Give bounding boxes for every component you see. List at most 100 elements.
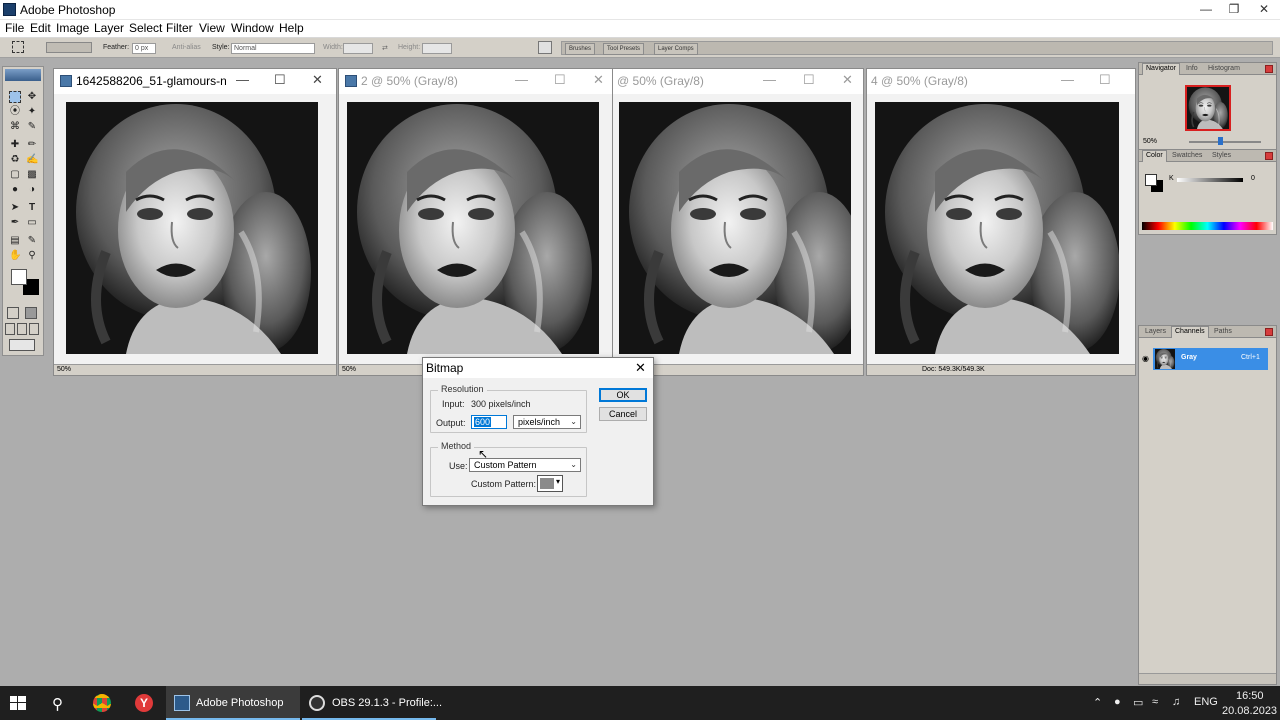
doc2-maximize-button[interactable]: ☐ bbox=[554, 72, 566, 88]
search-icon[interactable]: ⚲ bbox=[52, 695, 63, 720]
channels-close-icon[interactable] bbox=[1265, 328, 1273, 336]
k-value[interactable]: 0 bbox=[1251, 175, 1255, 182]
k-slider[interactable] bbox=[1177, 178, 1243, 182]
pen-tool-icon[interactable]: ✒ bbox=[9, 217, 21, 229]
jump-to-imageready-icon[interactable] bbox=[9, 339, 35, 351]
file-browser-icon[interactable] bbox=[538, 41, 552, 54]
shape-tool-icon[interactable]: ▭ bbox=[26, 217, 38, 229]
navigator-close-icon[interactable] bbox=[1265, 65, 1273, 73]
document-canvas-4[interactable] bbox=[875, 102, 1119, 354]
navigator-zoom[interactable]: 50% bbox=[1143, 138, 1157, 145]
foreground-color-swatch[interactable] bbox=[11, 269, 27, 285]
microphone-icon[interactable]: ● bbox=[1114, 696, 1121, 708]
document-window-1[interactable]: 1642588206_51-glamours-n... — ☐ ✕ 50% bbox=[53, 68, 337, 376]
menu-file[interactable]: File bbox=[5, 21, 24, 35]
hand-tool-icon[interactable]: ✋ bbox=[9, 250, 21, 262]
windows-start-icon[interactable] bbox=[10, 696, 30, 710]
navigator-zoom-slider[interactable] bbox=[1189, 141, 1261, 143]
eyedropper-tool-icon[interactable]: ✎ bbox=[26, 235, 38, 247]
cancel-button[interactable]: Cancel bbox=[599, 407, 647, 421]
tab-swatches[interactable]: Swatches bbox=[1169, 151, 1205, 161]
color-close-icon[interactable] bbox=[1265, 152, 1273, 160]
standard-mode-icon[interactable] bbox=[7, 307, 19, 319]
clock-time[interactable]: 16:50 bbox=[1236, 690, 1264, 702]
output-input[interactable]: 600 bbox=[471, 415, 507, 429]
well-brushes[interactable]: Brushes bbox=[565, 43, 596, 55]
crop-tool-icon[interactable]: ⌘ bbox=[9, 121, 21, 133]
feather-input[interactable]: 0 px bbox=[132, 43, 156, 54]
doc1-maximize-button[interactable]: ☐ bbox=[274, 72, 286, 88]
ok-button[interactable]: OK bbox=[599, 388, 647, 402]
yandex-browser-icon[interactable]: Y bbox=[135, 694, 153, 712]
tab-color[interactable]: Color bbox=[1142, 150, 1167, 162]
tray-chevron-icon[interactable]: ⌃ bbox=[1093, 696, 1102, 709]
document-titlebar-4[interactable]: 4 @ 50% (Gray/8) — ☐ bbox=[867, 69, 1135, 94]
document-window-2[interactable]: 2 @ 50% (Gray/8) — ☐ ✕ 50% bbox=[338, 68, 616, 376]
tab-info[interactable]: Info bbox=[1183, 64, 1201, 74]
quickmask-mode-icon[interactable] bbox=[25, 307, 37, 319]
menu-filter[interactable]: Filter bbox=[166, 21, 193, 35]
doc1-minimize-button[interactable]: — bbox=[236, 72, 249, 87]
document-titlebar-3[interactable]: @ 50% (Gray/8) — ☐ ✕ bbox=[613, 69, 863, 94]
clock-date[interactable]: 20.08.2023 bbox=[1222, 705, 1277, 717]
notes-tool-icon[interactable]: ▤ bbox=[9, 235, 21, 247]
height-input[interactable] bbox=[422, 43, 452, 54]
volume-icon[interactable]: ♫ bbox=[1172, 696, 1180, 708]
document-window-4[interactable]: 4 @ 50% (Gray/8) — ☐ Doc: 549.3K/549.3K bbox=[866, 68, 1136, 376]
doc4-maximize-button[interactable]: ☐ bbox=[1099, 72, 1111, 88]
tab-histogram[interactable]: Histogram bbox=[1205, 64, 1243, 74]
document-titlebar-2[interactable]: 2 @ 50% (Gray/8) — ☐ ✕ bbox=[339, 69, 615, 94]
healing-brush-tool-icon[interactable]: ✚ bbox=[9, 139, 21, 151]
swap-icon[interactable]: ⇄ bbox=[382, 44, 388, 52]
tab-navigator[interactable]: Navigator bbox=[1142, 63, 1180, 75]
tab-paths[interactable]: Paths bbox=[1211, 327, 1235, 337]
clone-stamp-tool-icon[interactable]: ♻ bbox=[9, 154, 21, 166]
rect-marquee-tool-icon[interactable] bbox=[9, 91, 21, 103]
document-canvas-3[interactable] bbox=[619, 102, 851, 354]
battery-icon[interactable]: ▭ bbox=[1133, 696, 1143, 709]
brush-tool-icon[interactable]: ✏ bbox=[26, 139, 38, 151]
custom-pattern-picker[interactable]: ▾ bbox=[537, 475, 563, 492]
menu-image[interactable]: Image bbox=[56, 21, 89, 35]
wifi-icon[interactable]: ≈ bbox=[1152, 696, 1158, 708]
visibility-eye-icon[interactable]: ◉ bbox=[1142, 355, 1150, 363]
marquee-tool-icon[interactable] bbox=[12, 41, 24, 53]
type-tool-icon[interactable]: T bbox=[26, 202, 38, 214]
slice-tool-icon[interactable]: ✎ bbox=[26, 121, 38, 133]
navigator-slider-thumb[interactable] bbox=[1218, 137, 1223, 145]
menu-edit[interactable]: Edit bbox=[30, 21, 51, 35]
output-unit-select[interactable]: pixels/inch ⌄ bbox=[513, 415, 581, 429]
magic-wand-tool-icon[interactable]: ✦ bbox=[26, 106, 38, 118]
document-canvas-1[interactable] bbox=[66, 102, 318, 354]
tab-styles[interactable]: Styles bbox=[1209, 151, 1234, 161]
zoom-tool-icon[interactable]: ⚲ bbox=[26, 250, 38, 262]
document-titlebar-1[interactable]: 1642588206_51-glamours-n... — ☐ ✕ bbox=[54, 69, 336, 94]
doc3-close-button[interactable]: ✕ bbox=[842, 72, 853, 88]
color-fg-swatch[interactable] bbox=[1145, 174, 1157, 186]
well-layer-comps[interactable]: Layer Comps bbox=[654, 43, 698, 55]
gradient-tool-icon[interactable]: ▩ bbox=[26, 169, 38, 181]
screen-mode-full-menu-icon[interactable] bbox=[17, 323, 27, 335]
doc2-close-button[interactable]: ✕ bbox=[593, 72, 604, 88]
tab-channels[interactable]: Channels bbox=[1171, 326, 1209, 338]
language-indicator[interactable]: ENG bbox=[1194, 696, 1218, 708]
navigator-thumbnail[interactable] bbox=[1185, 85, 1231, 131]
selection-mode-buttons[interactable] bbox=[46, 42, 92, 53]
screen-mode-full-icon[interactable] bbox=[29, 323, 39, 335]
document-canvas-2[interactable] bbox=[347, 102, 599, 354]
doc1-close-button[interactable]: ✕ bbox=[312, 72, 323, 88]
eraser-tool-icon[interactable]: ▢ bbox=[9, 169, 21, 181]
close-button[interactable]: ✕ bbox=[1250, 0, 1278, 19]
style-select[interactable]: Normal bbox=[231, 43, 315, 54]
menu-view[interactable]: View bbox=[199, 21, 225, 35]
well-tool-presets[interactable]: Tool Presets bbox=[603, 43, 645, 55]
document-window-3[interactable]: @ 50% (Gray/8) — ☐ ✕ bbox=[612, 68, 864, 376]
maximize-button[interactable]: ❐ bbox=[1220, 0, 1248, 19]
doc3-maximize-button[interactable]: ☐ bbox=[803, 72, 815, 88]
dialog-close-icon[interactable]: ✕ bbox=[635, 360, 646, 376]
blur-tool-icon[interactable]: ● bbox=[9, 184, 21, 196]
menu-layer[interactable]: Layer bbox=[94, 21, 124, 35]
menu-select[interactable]: Select bbox=[129, 21, 162, 35]
screen-mode-standard-icon[interactable] bbox=[5, 323, 15, 335]
menu-help[interactable]: Help bbox=[279, 21, 304, 35]
